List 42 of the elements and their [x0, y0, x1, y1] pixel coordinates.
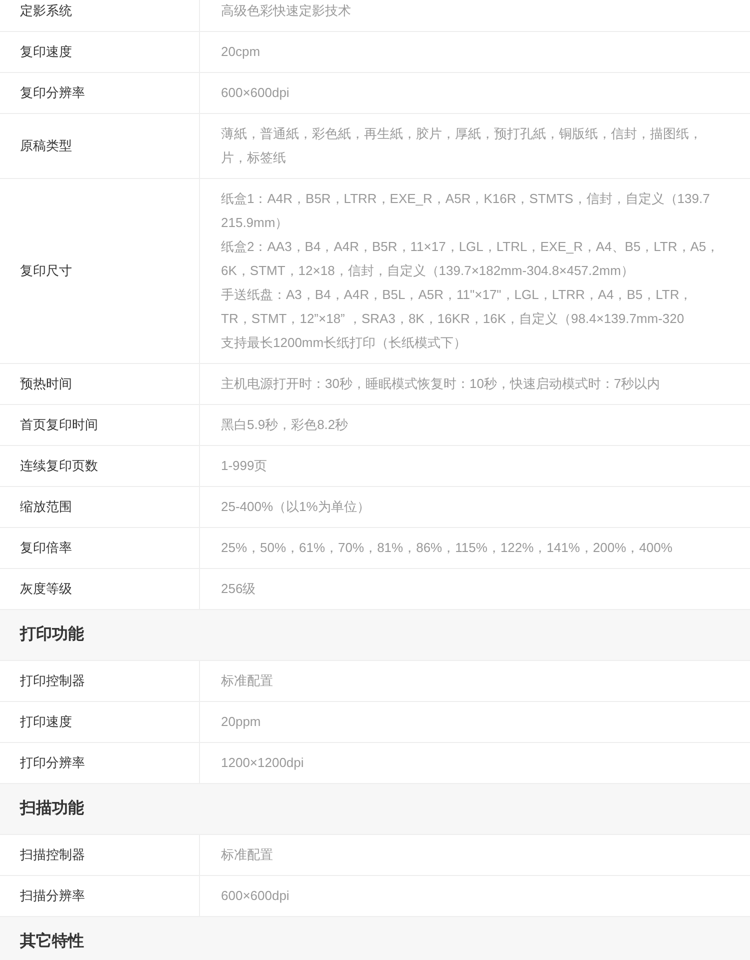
spec-value: 6K，STMT，12×18，信封，自定义（139.7×182mm-304.8×457.2mm）	[221, 262, 634, 280]
spec-label: 复印速度	[20, 43, 72, 62]
spec-value: 600×600dpi	[221, 887, 290, 905]
spec-label: 预热时间	[20, 375, 72, 394]
spec-value: TR，STMT，12”×18” ，SRA3，8K，16KR，16K，自定义（98.4×139.7mm-320	[221, 310, 684, 328]
section-heading: 打印功能	[20, 624, 84, 645]
spec-value: 主机电源打开时：30秒，睡眠模式恢复时：10秒，快速启动模式时：7秒以内	[221, 375, 660, 393]
spec-label: 扫描控制器	[20, 846, 85, 864]
spec-label: 打印速度	[20, 713, 72, 732]
spec-label: 打印分辨率	[20, 754, 85, 772]
spec-value: 256级	[221, 580, 256, 598]
spec-value: 1-999页	[221, 457, 268, 475]
spec-label: 连续复印页数	[20, 457, 98, 476]
spec-value: 25-400%（以1%为单位）	[221, 498, 370, 516]
spec-value: 20ppm	[221, 713, 261, 731]
spec-value: 标准配置	[221, 672, 273, 690]
spec-value: 片，标签纸	[221, 149, 286, 167]
spec-value: 20cpm	[221, 43, 260, 61]
spec-value: 纸盒1：A4R，B5R，LTRR，EXE_R，A5R，K16R，STMTS，信封，自定义（139.7	[221, 190, 710, 208]
spec-value: 纸盒2：AA3，B4，A4R，B5R，11×17，LGL，LTRL，EXE_R，A4、B5，LTR，A5，	[221, 238, 720, 256]
section-heading: 扫描功能	[20, 798, 84, 819]
spec-label: 复印分辨率	[20, 84, 85, 102]
spec-value: 25%，50%，61%，70%，81%，86%，115%，122%，141%，200%，400%	[221, 539, 672, 557]
spec-label: 定影系统	[20, 2, 72, 20]
section-heading: 其它特性	[20, 931, 84, 952]
spec-value: 600×600dpi	[221, 84, 290, 102]
spec-label: 首页复印时间	[20, 416, 98, 434]
spec-label: 复印尺寸	[20, 262, 72, 280]
spec-label: 打印控制器	[20, 672, 85, 690]
spec-label: 灰度等级	[20, 580, 72, 598]
spec-value: 1200×1200dpi	[221, 754, 304, 772]
spec-value: 支持最长1200mm长纸打印（长纸模式下）	[221, 334, 467, 352]
spec-value: 高级色彩快速定影技术	[221, 2, 351, 20]
spec-value: 手送纸盘：A3，B4，A4R，B5L，A5R，11"×17"，LGL，LTRR，A4，B5，LTR，	[221, 286, 692, 304]
spec-label: 复印倍率	[20, 539, 72, 558]
spec-value: 薄紙，普通紙，彩色紙，再生紙，胶片，厚紙，预打孔紙，铜版纸，信封，描图纸，	[221, 125, 702, 143]
spec-value: 标准配置	[221, 846, 273, 864]
spec-label: 扫描分辨率	[20, 887, 85, 906]
spec-value: 215.9mm）	[221, 214, 288, 232]
spec-label: 缩放范围	[20, 498, 72, 516]
spec-label: 原稿类型	[20, 137, 72, 156]
spec-value: 黑白5.9秒，彩色8.2秒	[221, 416, 348, 434]
